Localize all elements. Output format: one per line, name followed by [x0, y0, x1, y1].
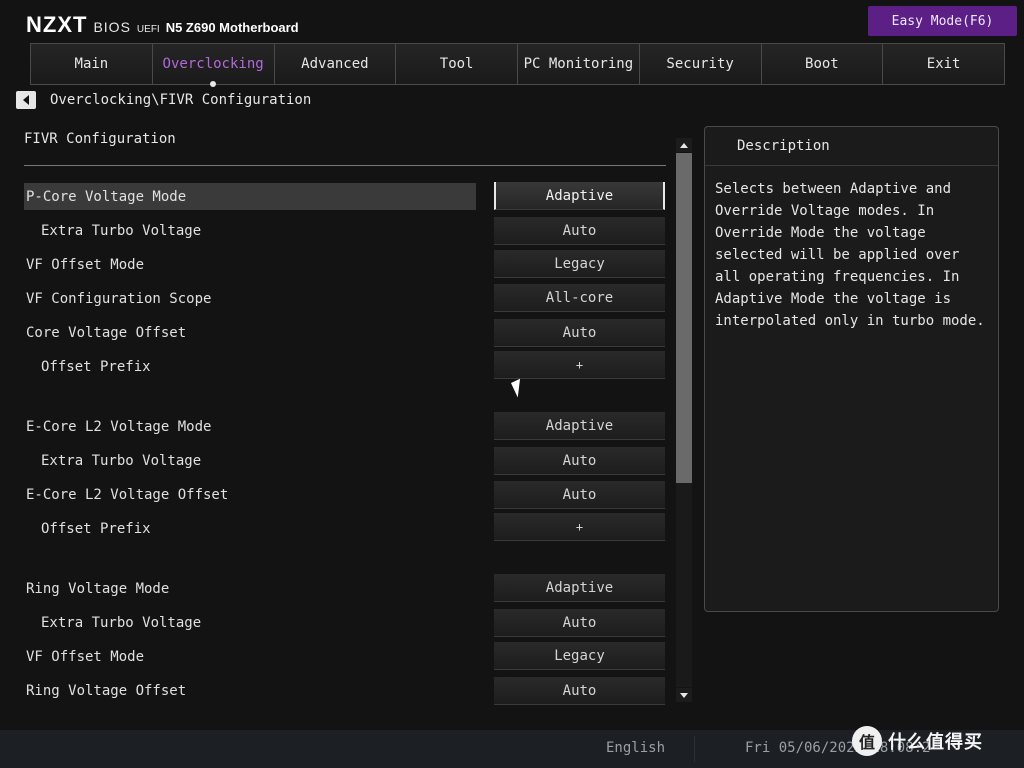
setting-label-text: Offset Prefix: [41, 358, 151, 375]
description-panel: Description Selects between Adaptive and…: [704, 126, 999, 612]
setting-value[interactable]: Legacy: [494, 642, 665, 670]
setting-label[interactable]: VF Offset Mode: [24, 643, 476, 670]
scrollbar-thumb[interactable]: [676, 153, 692, 483]
setting-label-text: VF Offset Mode: [26, 648, 145, 665]
tab-exit[interactable]: Exit: [883, 43, 1005, 85]
setting-label[interactable]: Extra Turbo Voltage: [24, 447, 476, 474]
setting-label[interactable]: VF Offset Mode: [24, 251, 476, 278]
description-title: Description: [705, 127, 998, 166]
setting-value[interactable]: Adaptive: [494, 182, 665, 210]
watermark-logo-icon: 值: [852, 726, 882, 756]
setting-value[interactable]: Auto: [494, 609, 665, 637]
tab-boot[interactable]: Boot: [761, 43, 884, 85]
setting-label-text: E-Core L2 Voltage Mode: [26, 418, 212, 435]
setting-label-text: Extra Turbo Voltage: [41, 614, 202, 631]
setting-value[interactable]: Adaptive: [494, 412, 665, 440]
setting-value[interactable]: Legacy: [494, 250, 665, 278]
easy-mode-button[interactable]: Easy Mode(F6): [868, 6, 1017, 36]
setting-label[interactable]: Extra Turbo Voltage: [24, 609, 476, 636]
setting-value[interactable]: All-core: [494, 284, 665, 312]
setting-label-text: Core Voltage Offset: [26, 324, 187, 341]
setting-label-text: VF Configuration Scope: [26, 290, 212, 307]
setting-value[interactable]: Auto: [494, 217, 665, 245]
watermark: 值 什么值得买: [852, 726, 983, 756]
bios-screen: NZXT BIOS UEFI N5 Z690 Motherboard Easy …: [0, 0, 1024, 768]
setting-label[interactable]: VF Configuration Scope: [24, 285, 476, 312]
setting-label[interactable]: Offset Prefix: [24, 515, 476, 542]
arrow-down-icon: [680, 692, 688, 698]
setting-label[interactable]: Core Voltage Offset: [24, 319, 476, 346]
setting-label-text: E-Core L2 Voltage Offset: [26, 486, 229, 503]
setting-label-text: VF Offset Mode: [26, 256, 145, 273]
setting-value[interactable]: Auto: [494, 319, 665, 347]
setting-label[interactable]: Extra Turbo Voltage: [24, 217, 476, 244]
scroll-down-button[interactable]: [676, 688, 692, 702]
settings-list: P-Core Voltage Mode Adaptive Extra Turbo…: [0, 0, 670, 768]
setting-value[interactable]: +: [494, 513, 665, 541]
language-selector[interactable]: English: [606, 740, 665, 756]
setting-label[interactable]: Offset Prefix: [24, 353, 476, 380]
setting-label-text: Ring Voltage Mode: [26, 580, 170, 597]
setting-label-text: Offset Prefix: [41, 520, 151, 537]
setting-label[interactable]: Ring Voltage Offset: [24, 677, 476, 704]
setting-label-text: Extra Turbo Voltage: [41, 222, 202, 239]
setting-value[interactable]: Auto: [494, 447, 665, 475]
setting-label[interactable]: P-Core Voltage Mode: [24, 183, 476, 210]
watermark-text: 什么值得买: [888, 732, 983, 753]
setting-value[interactable]: Auto: [494, 677, 665, 705]
setting-label-text: Ring Voltage Offset: [26, 682, 187, 699]
setting-value[interactable]: Adaptive: [494, 574, 665, 602]
setting-label-text: Extra Turbo Voltage: [41, 452, 202, 469]
setting-label[interactable]: E-Core L2 Voltage Mode: [24, 413, 476, 440]
setting-label[interactable]: E-Core L2 Voltage Offset: [24, 481, 476, 508]
arrow-up-icon: [680, 142, 688, 148]
footer-divider: [694, 736, 695, 762]
setting-value[interactable]: Auto: [494, 481, 665, 509]
setting-label-text: P-Core Voltage Mode: [26, 188, 187, 205]
scroll-up-button[interactable]: [676, 138, 692, 152]
setting-label[interactable]: Ring Voltage Mode: [24, 575, 476, 602]
description-text: Selects between Adaptive and Override Vo…: [715, 181, 985, 329]
setting-value[interactable]: +: [494, 351, 665, 379]
